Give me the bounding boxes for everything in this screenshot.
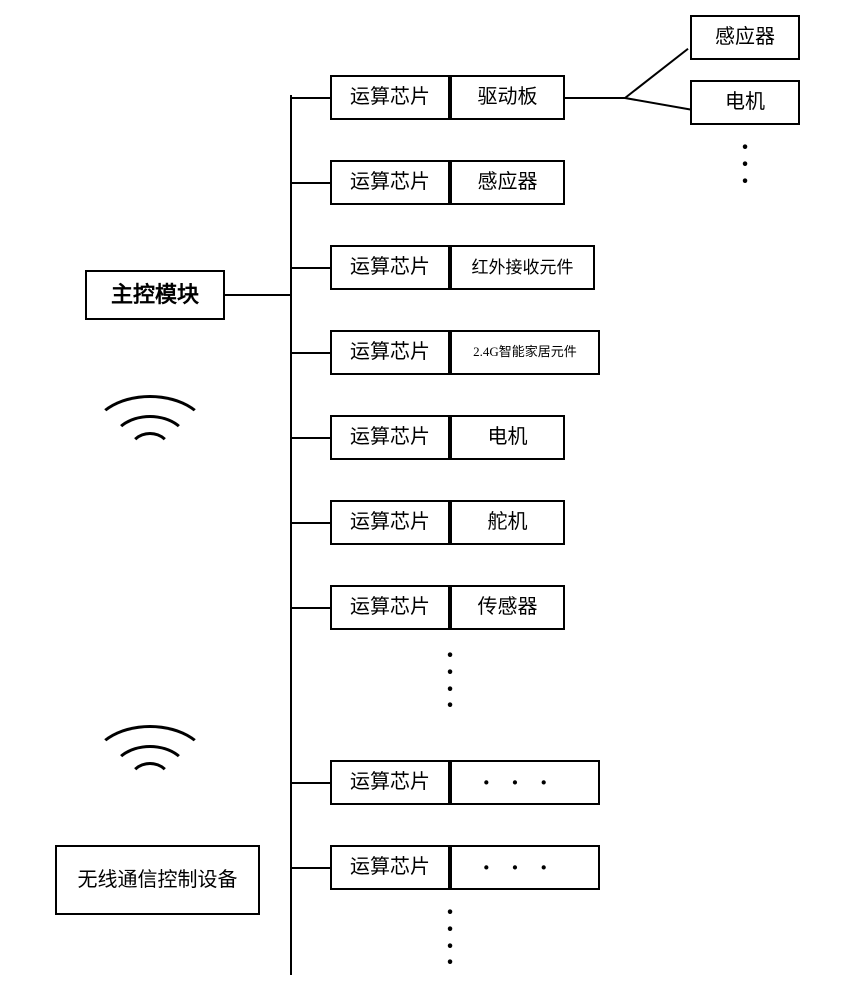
branch-line	[290, 867, 330, 869]
master-module-box: 主控模块	[85, 270, 225, 320]
part-box-motor: 电机	[450, 415, 565, 460]
vertical-ellipsis: ···	[735, 140, 755, 190]
chip-label: 运算芯片	[350, 596, 430, 619]
chip-label: 运算芯片	[350, 426, 430, 449]
branch-line	[290, 437, 330, 439]
chip-label: 运算芯片	[350, 856, 430, 879]
trunk-line	[290, 95, 292, 975]
driver-fanout-line	[565, 97, 625, 99]
branch-line	[290, 607, 330, 609]
part-label: 舵机	[488, 511, 528, 534]
chip-label: 运算芯片	[350, 511, 430, 534]
branch-line	[290, 782, 330, 784]
part-label: 传感器	[478, 596, 538, 619]
master-to-trunk-line	[225, 294, 290, 296]
chip-box: 运算芯片	[330, 845, 450, 890]
branch-line	[290, 97, 330, 99]
chip-box: 运算芯片	[330, 160, 450, 205]
chip-label: 运算芯片	[350, 256, 430, 279]
part-box-driver: 驱动板	[450, 75, 565, 120]
chip-box: 运算芯片	[330, 585, 450, 630]
chip-box: 运算芯片	[330, 330, 450, 375]
wave-arc	[128, 432, 172, 472]
master-module-label: 主控模块	[111, 282, 199, 307]
wireless-device-label: 无线通信控制设备	[78, 869, 238, 892]
rtop-motor-label: 电机	[725, 91, 765, 114]
branch-line	[290, 267, 330, 269]
chip-box: 运算芯片	[330, 415, 450, 460]
branch-line	[290, 352, 330, 354]
branch-line	[290, 182, 330, 184]
horizontal-ellipsis: ···	[482, 853, 568, 883]
part-box-placeholder: ···	[450, 760, 600, 805]
part-label: 2.4G智能家居元件	[473, 345, 577, 360]
part-box-servo: 舵机	[450, 500, 565, 545]
chip-box: 运算芯片	[330, 245, 450, 290]
driver-fanout-diag-up	[624, 48, 688, 99]
chip-label: 运算芯片	[350, 771, 430, 794]
part-label: 感应器	[478, 171, 538, 194]
chip-box: 运算芯片	[330, 75, 450, 120]
part-box-transducer: 传感器	[450, 585, 565, 630]
chip-box: 运算芯片	[330, 500, 450, 545]
rtop-sensor-label: 感应器	[715, 26, 775, 49]
wave-arc	[128, 762, 172, 802]
part-box-ir: 红外接收元件	[450, 245, 595, 290]
chip-label: 运算芯片	[350, 171, 430, 194]
part-box-placeholder: ···	[450, 845, 600, 890]
part-label: 红外接收元件	[472, 258, 574, 278]
chip-label: 运算芯片	[350, 86, 430, 109]
rtop-sensor-box: 感应器	[690, 15, 800, 60]
branch-line	[290, 522, 330, 524]
part-box-24g: 2.4G智能家居元件	[450, 330, 600, 375]
chip-label: 运算芯片	[350, 341, 430, 364]
horizontal-ellipsis: ···	[482, 768, 568, 798]
part-box-sensor: 感应器	[450, 160, 565, 205]
part-label: 驱动板	[478, 86, 538, 109]
wireless-device-box: 无线通信控制设备	[55, 845, 260, 915]
rtop-motor-box: 电机	[690, 80, 800, 125]
chip-box: 运算芯片	[330, 760, 450, 805]
vertical-ellipsis: ····	[440, 648, 460, 715]
vertical-ellipsis: ····	[440, 905, 460, 972]
part-label: 电机	[488, 426, 528, 449]
